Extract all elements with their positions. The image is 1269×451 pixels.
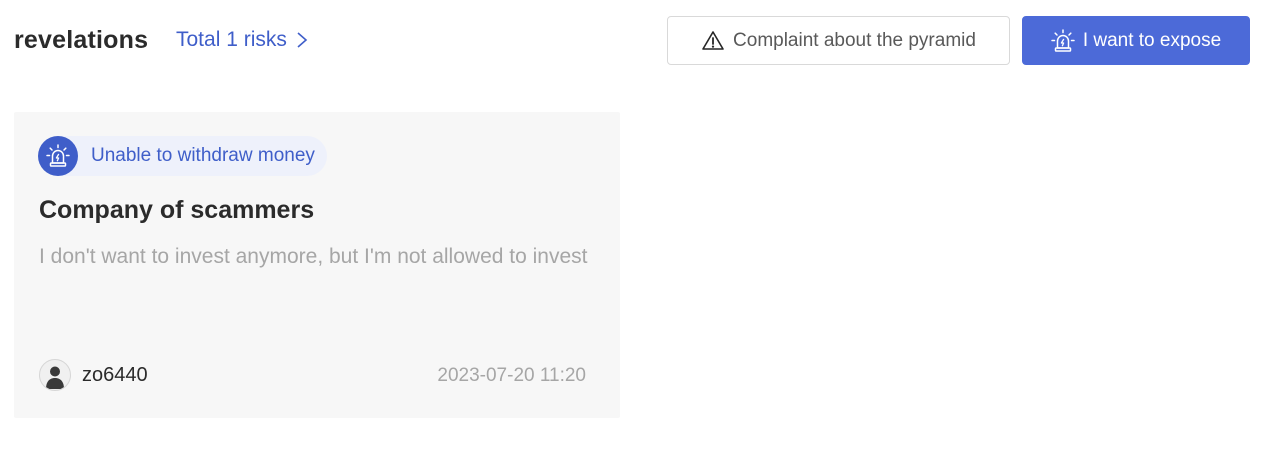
post-timestamp: 2023-07-20 11:20 — [437, 365, 586, 386]
expose-button[interactable]: I want to expose — [1022, 16, 1250, 65]
total-risks-label: Total 1 risks — [176, 28, 287, 51]
user-silhouette-icon — [46, 366, 64, 389]
expose-button-label: I want to expose — [1082, 29, 1222, 51]
author-name: zo6440 — [82, 363, 148, 386]
risk-card[interactable]: Unable to withdraw money Company of scam… — [14, 112, 620, 418]
page-header: revelations Total 1 risks Complaint abou… — [0, 0, 1269, 84]
avatar — [39, 359, 71, 391]
page-title: revelations — [14, 26, 149, 54]
risk-description: I don't want to invest anymore, but I'm … — [39, 245, 588, 268]
author-info: zo6440 — [39, 359, 148, 391]
complaint-button[interactable]: Complaint about the pyramid — [667, 16, 1010, 65]
warning-triangle-icon — [702, 30, 724, 50]
risk-category-label: Unable to withdraw money — [91, 145, 315, 166]
complaint-button-label: Complaint about the pyramid — [733, 29, 976, 51]
chevron-right-icon — [297, 32, 308, 48]
alarm-siren-icon — [38, 136, 78, 176]
risk-title: Company of scammers — [39, 196, 315, 224]
risk-category-tag: Unable to withdraw money — [38, 136, 327, 176]
alarm-siren-icon — [1051, 28, 1075, 52]
total-risks-link[interactable]: Total 1 risks — [176, 28, 311, 52]
